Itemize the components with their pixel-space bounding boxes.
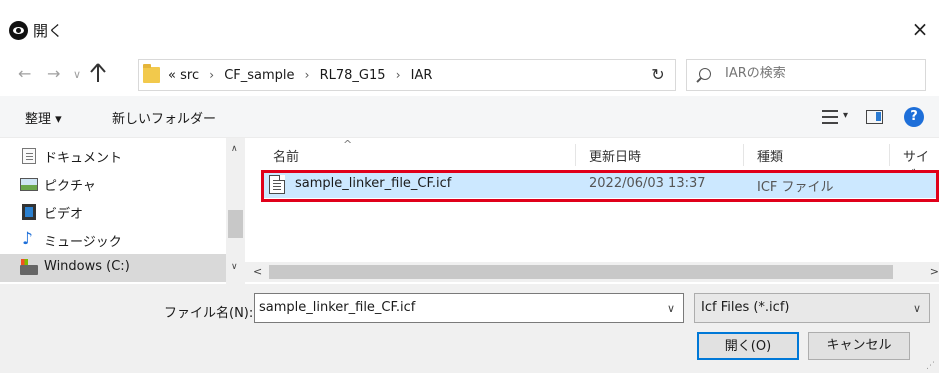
open-button[interactable]: 開く(O): [697, 332, 799, 360]
pictures-icon: [20, 178, 38, 191]
scroll-down-button[interactable]: ∨: [231, 262, 238, 272]
breadcrumb-rl78-g15[interactable]: RL78_G15: [320, 68, 386, 83]
up-arrow-icon[interactable]: [88, 62, 108, 84]
nav-item-label: ミュージック: [44, 235, 122, 250]
close-button[interactable]: ×: [901, 14, 939, 44]
filename-value[interactable]: sample_linker_file_CF.icf: [259, 300, 415, 315]
column-divider[interactable]: [889, 144, 890, 166]
document-icon: [22, 148, 36, 164]
file-type-filter-value: Icf Files (*.icf): [701, 300, 790, 315]
drive-icon: [20, 259, 38, 275]
organize-button[interactable]: 整理 ▾: [25, 108, 62, 127]
navigation-pane: ドキュメント ピクチャ ビデオ ♪ ミュージック Windows (C:) ∧ …: [0, 138, 245, 284]
navigation-scrollbar[interactable]: ∧ ∨: [226, 138, 245, 284]
nav-item-label: ピクチャ: [44, 179, 96, 194]
column-divider[interactable]: [575, 144, 576, 166]
title-bar: 開く ×: [0, 0, 939, 52]
filename-label: ファイル名(N):: [164, 306, 254, 321]
cancel-button[interactable]: キャンセル: [808, 332, 910, 360]
nav-item-videos[interactable]: ビデオ: [0, 198, 226, 226]
column-header-date[interactable]: 更新日時: [589, 146, 641, 165]
file-type-filter-select[interactable]: Icf Files (*.icf) ∨: [694, 293, 930, 323]
address-bar[interactable]: « src › CF_sample › RL78_G15 › IAR ∨: [138, 59, 734, 91]
nav-item-music[interactable]: ♪ ミュージック: [0, 226, 226, 254]
chevron-down-icon[interactable]: ∨: [667, 302, 675, 315]
breadcrumb-src[interactable]: src: [180, 68, 199, 83]
refresh-button[interactable]: ↻: [640, 59, 676, 91]
column-divider[interactable]: [743, 144, 744, 166]
nav-item-label: ビデオ: [44, 207, 84, 222]
view-options-caret[interactable]: ▾: [843, 110, 848, 121]
recent-locations-button[interactable]: ∨: [73, 68, 81, 81]
dialog-footer: ファイル名(N): sample_linker_file_CF.icf ∨ Ic…: [0, 284, 939, 373]
breadcrumb-cf-sample[interactable]: CF_sample: [224, 68, 294, 83]
folder-icon: [143, 64, 160, 83]
preview-pane-icon[interactable]: [866, 110, 883, 124]
filename-combobox[interactable]: sample_linker_file_CF.icf ∨: [254, 293, 684, 323]
forward-button[interactable]: →: [47, 64, 60, 83]
breadcrumb-iar[interactable]: IAR: [411, 68, 433, 83]
app-eye-icon: [9, 21, 28, 40]
window-title: 開く: [33, 22, 64, 40]
search-icon: [699, 68, 711, 80]
scroll-right-button[interactable]: >: [930, 265, 939, 278]
file-list: ^ 名前 更新日時 種類 サイズ sample_linker_file_CF.i…: [245, 138, 939, 262]
video-icon: [22, 204, 36, 220]
nav-item-pictures[interactable]: ピクチャ: [0, 170, 226, 198]
column-header-type[interactable]: 種類: [757, 146, 783, 165]
red-highlight-box: [261, 170, 939, 202]
column-header-name[interactable]: 名前: [273, 146, 299, 165]
command-toolbar: 整理 ▾ 新しいフォルダー ▾ ?: [0, 96, 939, 138]
sort-indicator: ^: [343, 138, 353, 151]
breadcrumb-overflow[interactable]: «: [168, 68, 176, 83]
horizontal-scrollbar[interactable]: < >: [245, 262, 939, 282]
scrollbar-thumb[interactable]: [228, 210, 243, 238]
nav-item-label: ドキュメント: [44, 151, 123, 166]
breadcrumb-separator[interactable]: ›: [209, 68, 214, 82]
chevron-down-icon[interactable]: ∨: [913, 302, 921, 315]
search-input[interactable]: [725, 66, 915, 81]
breadcrumb: « src › CF_sample › RL78_G15 › IAR: [168, 68, 432, 83]
scroll-up-button[interactable]: ∧: [231, 144, 238, 154]
scrollbar-thumb[interactable]: [269, 265, 893, 279]
back-button[interactable]: ←: [18, 64, 31, 83]
nav-item-windows-drive[interactable]: Windows (C:): [0, 254, 226, 282]
new-folder-button[interactable]: 新しいフォルダー: [112, 108, 216, 127]
breadcrumb-separator[interactable]: ›: [305, 68, 310, 82]
view-options-icon[interactable]: [822, 110, 838, 124]
breadcrumb-separator[interactable]: ›: [396, 68, 401, 82]
scroll-left-button[interactable]: <: [253, 265, 262, 278]
music-icon: ♪: [22, 229, 33, 249]
resize-grip-icon[interactable]: ⋰: [926, 361, 935, 371]
nav-item-label: Windows (C:): [44, 259, 130, 274]
search-box[interactable]: [686, 59, 926, 91]
help-button[interactable]: ?: [904, 107, 924, 127]
nav-item-documents[interactable]: ドキュメント: [0, 142, 226, 170]
navigation-row: ← → ∨ « src › CF_sample › RL78_G15 › IAR…: [0, 52, 939, 96]
